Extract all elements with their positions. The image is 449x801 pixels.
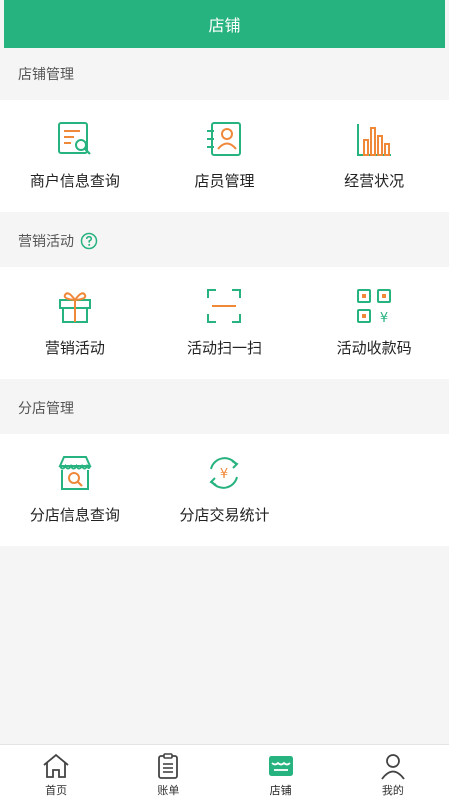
activity-payment-code-button[interactable]: ¥ 活动收款码	[299, 267, 449, 379]
empty-cell	[299, 434, 449, 546]
staff-management-button[interactable]: 店员管理	[150, 100, 300, 212]
tab-mine[interactable]: 我的	[337, 745, 449, 801]
clipboard-icon	[158, 753, 179, 779]
tab-store[interactable]: 店铺	[225, 745, 337, 801]
store-search-icon	[58, 456, 92, 490]
bottom-tab-bar: 首页 账单 店铺 我的	[0, 744, 449, 801]
section-title-store-management: 店铺管理	[0, 48, 449, 100]
home-icon	[43, 753, 69, 778]
bar-chart-icon	[357, 124, 392, 156]
merchant-info-query-button[interactable]: 商户信息查询	[0, 100, 150, 212]
svg-text:¥: ¥	[380, 311, 388, 326]
scan-icon	[207, 289, 242, 323]
section-grid-branch-management: 分店信息查询 ¥ 分店交易统计	[0, 434, 449, 546]
section-title-marketing: 营销活动	[0, 215, 449, 267]
tab-bill[interactable]: 账单	[112, 745, 224, 801]
section-grid-marketing: 营销活动 活动扫一扫 ¥ 活动收款码	[0, 267, 449, 379]
help-circle-icon[interactable]	[80, 232, 98, 250]
section-title-branch-management: 分店管理	[0, 382, 449, 434]
svg-text:¥: ¥	[220, 467, 228, 482]
merchant-search-icon	[57, 122, 91, 155]
branch-transaction-stats-button[interactable]: ¥ 分店交易统计	[150, 434, 300, 546]
exchange-stats-icon: ¥	[209, 457, 240, 489]
user-icon	[381, 754, 405, 780]
activity-scan-button[interactable]: 活动扫一扫	[150, 267, 300, 379]
page-header: 店铺	[4, 0, 445, 48]
store-icon	[268, 756, 293, 776]
tab-home[interactable]: 首页	[0, 745, 112, 801]
gift-icon	[58, 292, 91, 323]
branch-info-query-button[interactable]: 分店信息查询	[0, 434, 150, 546]
section-grid-store-management: 商户信息查询 店员管理 经营状况	[0, 100, 449, 212]
marketing-activity-button[interactable]: 营销活动	[0, 267, 150, 379]
qr-payment-icon: ¥	[357, 289, 392, 326]
staff-card-icon	[207, 122, 242, 156]
business-status-button[interactable]: 经营状况	[299, 100, 449, 212]
page-title: 店铺	[208, 16, 241, 35]
